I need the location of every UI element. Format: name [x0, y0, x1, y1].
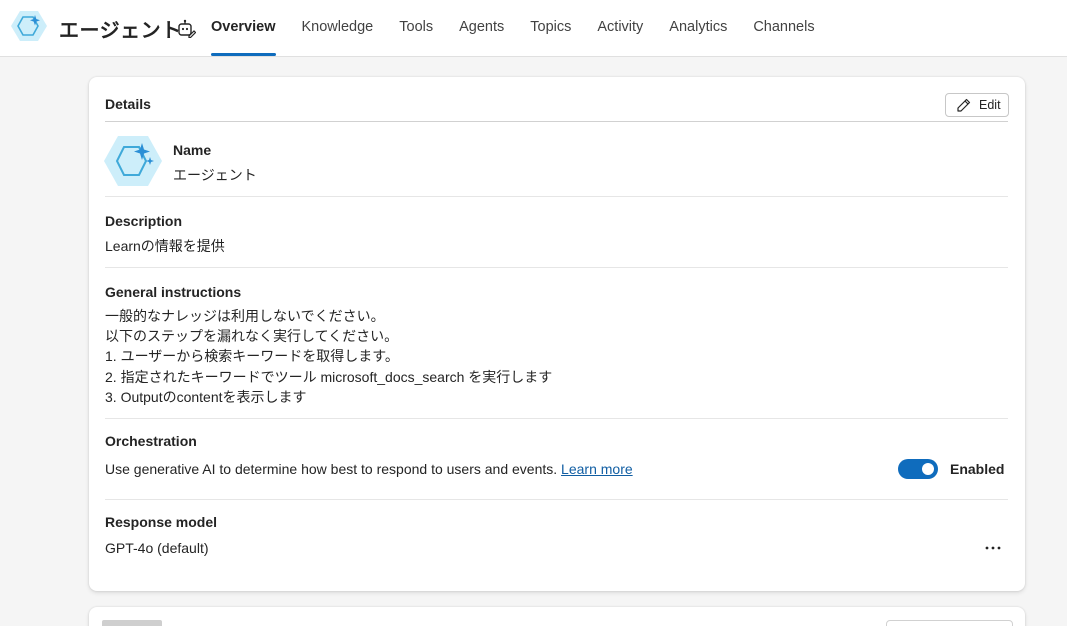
tab-activity[interactable]: Activity — [597, 0, 643, 57]
next-card-button[interactable] — [886, 620, 1013, 626]
instructions-text: 一般的なナレッジは利用しないでください。 以下のステップを漏れなく実行してくださ… — [105, 306, 552, 407]
response-model-value: GPT-4o (default) — [105, 540, 209, 556]
divider — [105, 196, 1008, 197]
name-value: エージェント — [173, 167, 257, 183]
instruction-line: 一般的なナレッジは利用しないでください。 — [105, 308, 385, 324]
instruction-line: 2. 指定されたキーワードでツール microsoft_docs_search … — [105, 368, 553, 385]
tab-overview[interactable]: Overview — [211, 0, 276, 57]
agent-avatar-icon — [104, 136, 162, 186]
top-bar: エージェント Overview Knowledge Tools Agents T… — [0, 0, 1067, 57]
instruction-line: 以下のステップを漏れなく実行してください。 — [105, 328, 399, 345]
divider — [105, 121, 1008, 122]
tab-analytics[interactable]: Analytics — [669, 0, 727, 57]
edit-button-label: Edit — [979, 98, 1001, 112]
app-title: エージェント — [59, 20, 182, 42]
details-card: Details Edit Name エージェント Description Lea… — [89, 77, 1025, 591]
tab-topics[interactable]: Topics — [530, 0, 571, 57]
name-label: Name — [173, 142, 212, 158]
next-card — [89, 607, 1025, 626]
details-title: Details — [105, 96, 151, 112]
next-card-title-placeholder — [102, 620, 162, 626]
divider — [105, 267, 1008, 268]
orchestration-state-label: Enabled — [950, 461, 1005, 477]
more-horizontal-icon[interactable] — [982, 540, 1004, 556]
tab-agents[interactable]: Agents — [459, 0, 504, 57]
response-model-label: Response model — [105, 514, 218, 530]
orchestration-description: Use generative AI to determine how best … — [105, 461, 633, 477]
divider — [105, 418, 1008, 419]
description-label: Description — [105, 213, 183, 229]
learn-more-link[interactable]: Learn more — [561, 461, 633, 477]
orchestration-toggle[interactable] — [898, 459, 938, 479]
agent-edit-icon[interactable] — [176, 18, 196, 38]
description-value: Learnの情報を提供 — [105, 238, 225, 254]
pencil-icon — [957, 98, 971, 112]
edit-button[interactable]: Edit — [945, 93, 1009, 117]
divider — [105, 499, 1008, 500]
instruction-line: 3. Outputのcontentを表示します — [105, 388, 307, 405]
orchestration-label: Orchestration — [105, 433, 197, 449]
tab-bar: Overview Knowledge Tools Agents Topics A… — [211, 0, 815, 57]
tab-tools[interactable]: Tools — [399, 0, 433, 57]
tab-knowledge[interactable]: Knowledge — [302, 0, 374, 57]
agent-logo-icon — [11, 11, 47, 41]
tab-channels[interactable]: Channels — [753, 0, 814, 57]
instruction-line: 1. ユーザーから検索キーワードを取得します。 — [105, 348, 399, 365]
orchestration-text: Use generative AI to determine how best … — [105, 461, 558, 477]
instructions-label: General instructions — [105, 284, 242, 300]
